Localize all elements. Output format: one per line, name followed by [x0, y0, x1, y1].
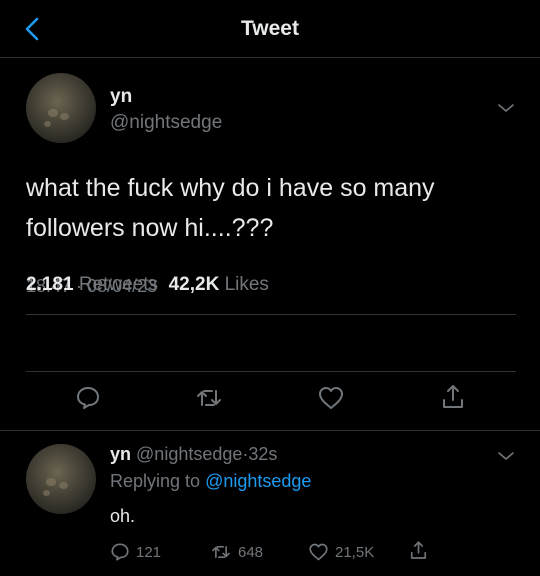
tweet-actions: [0, 385, 540, 413]
chevron-down-icon[interactable]: [496, 102, 516, 114]
retweets-count[interactable]: 2.181: [26, 274, 74, 295]
reply-icon[interactable]: [75, 385, 101, 411]
reply-reply-button[interactable]: 121: [110, 542, 161, 562]
replying-to: Replying to @nightsedge: [110, 471, 311, 492]
divider: [26, 314, 516, 315]
share-icon[interactable]: [439, 383, 467, 411]
reply-text: oh.: [110, 506, 136, 526]
retweet-icon: [212, 546, 230, 558]
reply-author-handle[interactable]: @nightsedge: [136, 444, 242, 464]
retweets-label[interactable]: Retweets: [79, 274, 158, 295]
like-count: 21,5K: [335, 543, 375, 561]
page-title: Tweet: [241, 17, 299, 40]
replying-to-mention[interactable]: @nightsedge: [205, 471, 311, 491]
like-icon[interactable]: [317, 385, 345, 411]
reply-time[interactable]: 32s: [248, 444, 277, 464]
tweet-text-line: followers now hi....???: [26, 214, 274, 242]
reply-header: yn @nightsedge·32s: [110, 444, 277, 465]
likes-count[interactable]: 42,2K: [169, 274, 220, 295]
retweet-count: 648: [238, 543, 264, 561]
avatar[interactable]: [26, 444, 96, 514]
reply-like-button[interactable]: 21,5K: [308, 542, 374, 562]
divider: [0, 430, 540, 431]
likes-label[interactable]: Likes: [225, 274, 269, 295]
reply-icon: [111, 543, 129, 561]
retweet-icon[interactable]: [194, 385, 224, 411]
reply-actions: 121 648 21,5K: [110, 540, 530, 564]
tweet-stats: 2.181 Retweets 42,2K Likes: [26, 274, 269, 296]
replying-to-label: Replying to: [110, 471, 201, 491]
reply-share-button[interactable]: [408, 540, 429, 561]
tweet-text: what the fuck why do i have so many foll…: [26, 168, 516, 248]
author-name[interactable]: yn: [110, 86, 132, 108]
chevron-down-icon[interactable]: [496, 450, 516, 462]
share-icon: [410, 541, 427, 559]
top-bar: Tweet: [0, 0, 540, 58]
reply-retweet-button[interactable]: 648: [210, 542, 263, 562]
author-handle[interactable]: @nightsedge: [110, 112, 222, 134]
like-icon: [309, 543, 328, 561]
reply-author-name[interactable]: yn: [110, 444, 131, 464]
divider: [26, 371, 516, 372]
reply-count: 121: [136, 543, 162, 561]
avatar[interactable]: [26, 73, 96, 143]
tweet-text-line: what the fuck why do i have so many: [26, 174, 435, 202]
